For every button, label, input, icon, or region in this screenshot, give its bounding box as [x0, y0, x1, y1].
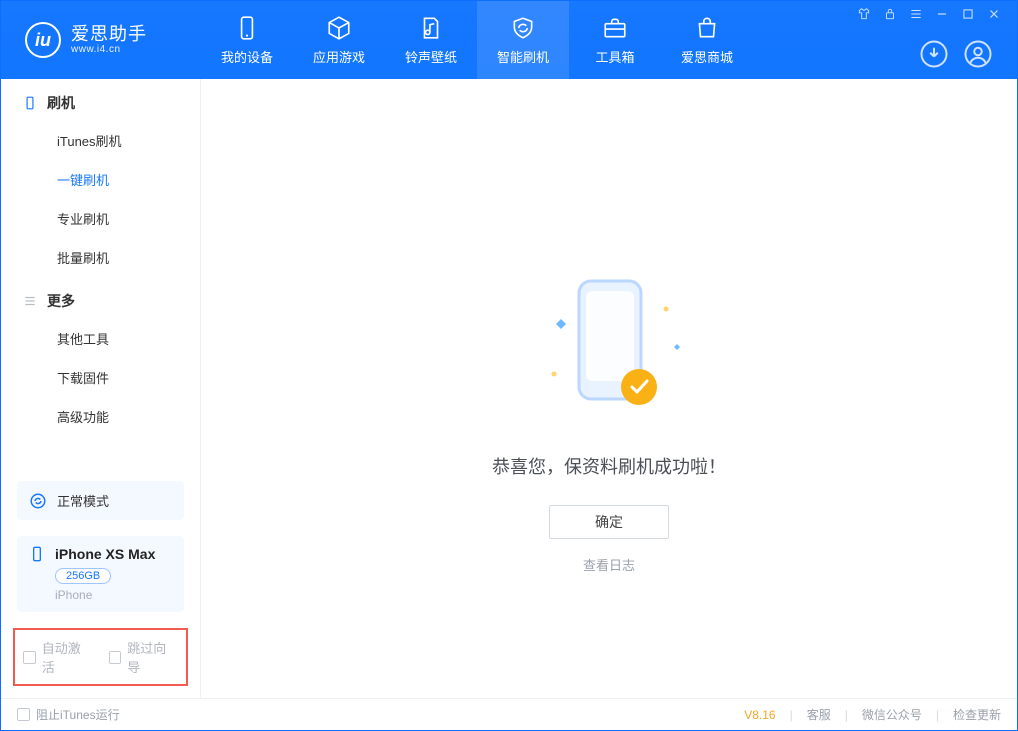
sidebar-group-flash: 刷机 — [1, 79, 200, 121]
sidebar-item-onekey[interactable]: 一键刷机 — [1, 160, 200, 199]
nav-label: 我的设备 — [221, 47, 273, 66]
brand-subtitle: www.i4.cn — [71, 44, 147, 55]
content: 恭喜您，保资料刷机成功啦！ 确定 查看日志 — [201, 79, 1017, 698]
list-icon — [23, 294, 37, 308]
nav-apps[interactable]: 应用游戏 — [293, 1, 385, 79]
block-itunes-checkbox[interactable]: 阻止iTunes运行 — [17, 706, 120, 723]
brand-logo-icon: iu — [25, 22, 61, 58]
sync-icon — [29, 492, 47, 510]
music-file-icon — [418, 15, 444, 41]
success-illustration — [524, 269, 694, 429]
update-link[interactable]: 检查更新 — [953, 706, 1001, 723]
device-icon — [23, 96, 37, 110]
view-log-link[interactable]: 查看日志 — [583, 555, 635, 574]
device-box[interactable]: iPhone XS Max 256GB iPhone — [17, 536, 184, 612]
sidebar-group-more: 更多 — [1, 277, 200, 319]
nav-store[interactable]: 爱思商城 — [661, 1, 753, 79]
sidebar-item-batch[interactable]: 批量刷机 — [1, 238, 200, 277]
nav-ringtones[interactable]: 铃声壁纸 — [385, 1, 477, 79]
close-icon[interactable] — [987, 7, 1001, 21]
window-controls — [857, 7, 1001, 21]
sidebar-item-itunes[interactable]: iTunes刷机 — [1, 121, 200, 160]
sidebar-item-other[interactable]: 其他工具 — [1, 319, 200, 358]
briefcase-icon — [602, 15, 628, 41]
checkbox-icon — [17, 708, 30, 721]
maximize-icon[interactable] — [961, 7, 975, 21]
checkbox-icon — [109, 651, 122, 664]
mode-label: 正常模式 — [57, 491, 109, 510]
nav-label: 智能刷机 — [497, 47, 549, 66]
phone-outline-icon — [29, 546, 45, 562]
bag-icon — [694, 15, 720, 41]
skip-guide-label: 跳过向导 — [127, 638, 178, 676]
nav-label: 应用游戏 — [313, 47, 365, 66]
device-name: iPhone XS Max — [55, 546, 155, 562]
header: iu 爱思助手 www.i4.cn 我的设备 应用游戏 铃声壁纸 智能刷机 工具… — [1, 1, 1017, 79]
skip-guide-checkbox[interactable]: 跳过向导 — [109, 638, 179, 676]
nav-label: 工具箱 — [595, 47, 634, 66]
user-circle-icon[interactable] — [963, 39, 993, 69]
header-right — [857, 1, 1007, 79]
device-storage: 256GB — [55, 568, 111, 584]
options-box: 自动激活 跳过向导 — [13, 628, 188, 686]
nav-my-device[interactable]: 我的设备 — [201, 1, 293, 79]
device-type: iPhone — [55, 588, 172, 602]
top-nav: 我的设备 应用游戏 铃声壁纸 智能刷机 工具箱 爱思商城 — [201, 1, 753, 79]
sidebar-group-label: 更多 — [47, 291, 75, 311]
block-itunes-label: 阻止iTunes运行 — [36, 706, 120, 723]
brand-title: 爱思助手 — [71, 25, 147, 45]
cube-icon — [326, 15, 352, 41]
nav-toolbox[interactable]: 工具箱 — [569, 1, 661, 79]
auto-activate-label: 自动激活 — [42, 638, 93, 676]
sidebar-item-pro[interactable]: 专业刷机 — [1, 199, 200, 238]
version-label: V8.16 — [744, 708, 775, 722]
lock-icon[interactable] — [883, 7, 897, 21]
download-circle-icon[interactable] — [919, 39, 949, 69]
nav-label: 爱思商城 — [681, 47, 733, 66]
nav-label: 铃声壁纸 — [405, 47, 457, 66]
mode-box[interactable]: 正常模式 — [17, 481, 184, 520]
shirt-icon[interactable] — [857, 7, 871, 21]
support-link[interactable]: 客服 — [807, 706, 831, 723]
sidebar-item-advanced[interactable]: 高级功能 — [1, 397, 200, 436]
sidebar: 刷机 iTunes刷机 一键刷机 专业刷机 批量刷机 更多 其他工具 下载固件 … — [1, 79, 201, 698]
checkbox-icon — [23, 651, 36, 664]
sidebar-item-firmware[interactable]: 下载固件 — [1, 358, 200, 397]
nav-flash[interactable]: 智能刷机 — [477, 1, 569, 79]
sidebar-group-label: 刷机 — [47, 93, 75, 113]
wechat-link[interactable]: 微信公众号 — [862, 706, 922, 723]
success-message: 恭喜您，保资料刷机成功啦！ — [492, 453, 726, 479]
ok-button[interactable]: 确定 — [549, 505, 669, 539]
brand: iu 爱思助手 www.i4.cn — [1, 22, 201, 58]
main: 刷机 iTunes刷机 一键刷机 专业刷机 批量刷机 更多 其他工具 下载固件 … — [1, 79, 1017, 698]
sync-shield-icon — [510, 15, 536, 41]
menu-icon[interactable] — [909, 7, 923, 21]
phone-icon — [234, 15, 260, 41]
footer: 阻止iTunes运行 V8.16 | 客服 | 微信公众号 | 检查更新 — [1, 698, 1017, 730]
minimize-icon[interactable] — [935, 7, 949, 21]
auto-activate-checkbox[interactable]: 自动激活 — [23, 638, 93, 676]
